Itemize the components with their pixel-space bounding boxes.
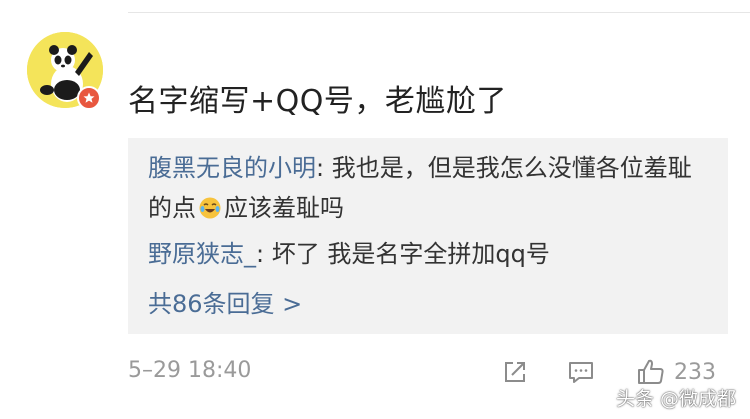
reply-item[interactable]: 野原狭志_: 坏了 我是名字全拼加qq号 (148, 234, 708, 274)
reply-text-continued: 应该羞耻吗 (224, 194, 344, 222)
laugh-cry-emoji-icon (198, 192, 222, 219)
reply-author[interactable]: 野原狭志_ (148, 240, 256, 268)
reply-preview-box[interactable]: 腹黑无良的小明: 我也是，但是我怎么没懂各位羞耻的点 应该羞耻吗 野原狭志_: … (128, 138, 728, 334)
reply-button[interactable] (566, 354, 596, 390)
like-count: 233 (674, 359, 716, 385)
top-divider (128, 12, 750, 13)
comment-icon (569, 362, 593, 383)
reply-separator: : (316, 154, 332, 182)
reply-item[interactable]: 腹黑无良的小明: 我也是，但是我怎么没懂各位羞耻的点 应该羞耻吗 (148, 148, 708, 228)
comment-timestamp: 5–29 18:40 (128, 358, 252, 383)
comment-text: 名字缩写+QQ号，老尴尬了 (128, 84, 507, 119)
reply-author[interactable]: 腹黑无良的小明 (148, 154, 316, 182)
watermark: 头条 @微成都 (615, 388, 736, 410)
reply-separator: : (256, 240, 272, 268)
share-button[interactable] (500, 354, 530, 390)
reply-text: 坏了 我是名字全拼加qq号 (271, 240, 550, 268)
share-icon (505, 362, 525, 382)
thumbs-up-icon (638, 359, 664, 384)
verified-badge-icon (77, 86, 101, 110)
view-more-replies-link[interactable]: 共86条回复 > (148, 284, 302, 324)
